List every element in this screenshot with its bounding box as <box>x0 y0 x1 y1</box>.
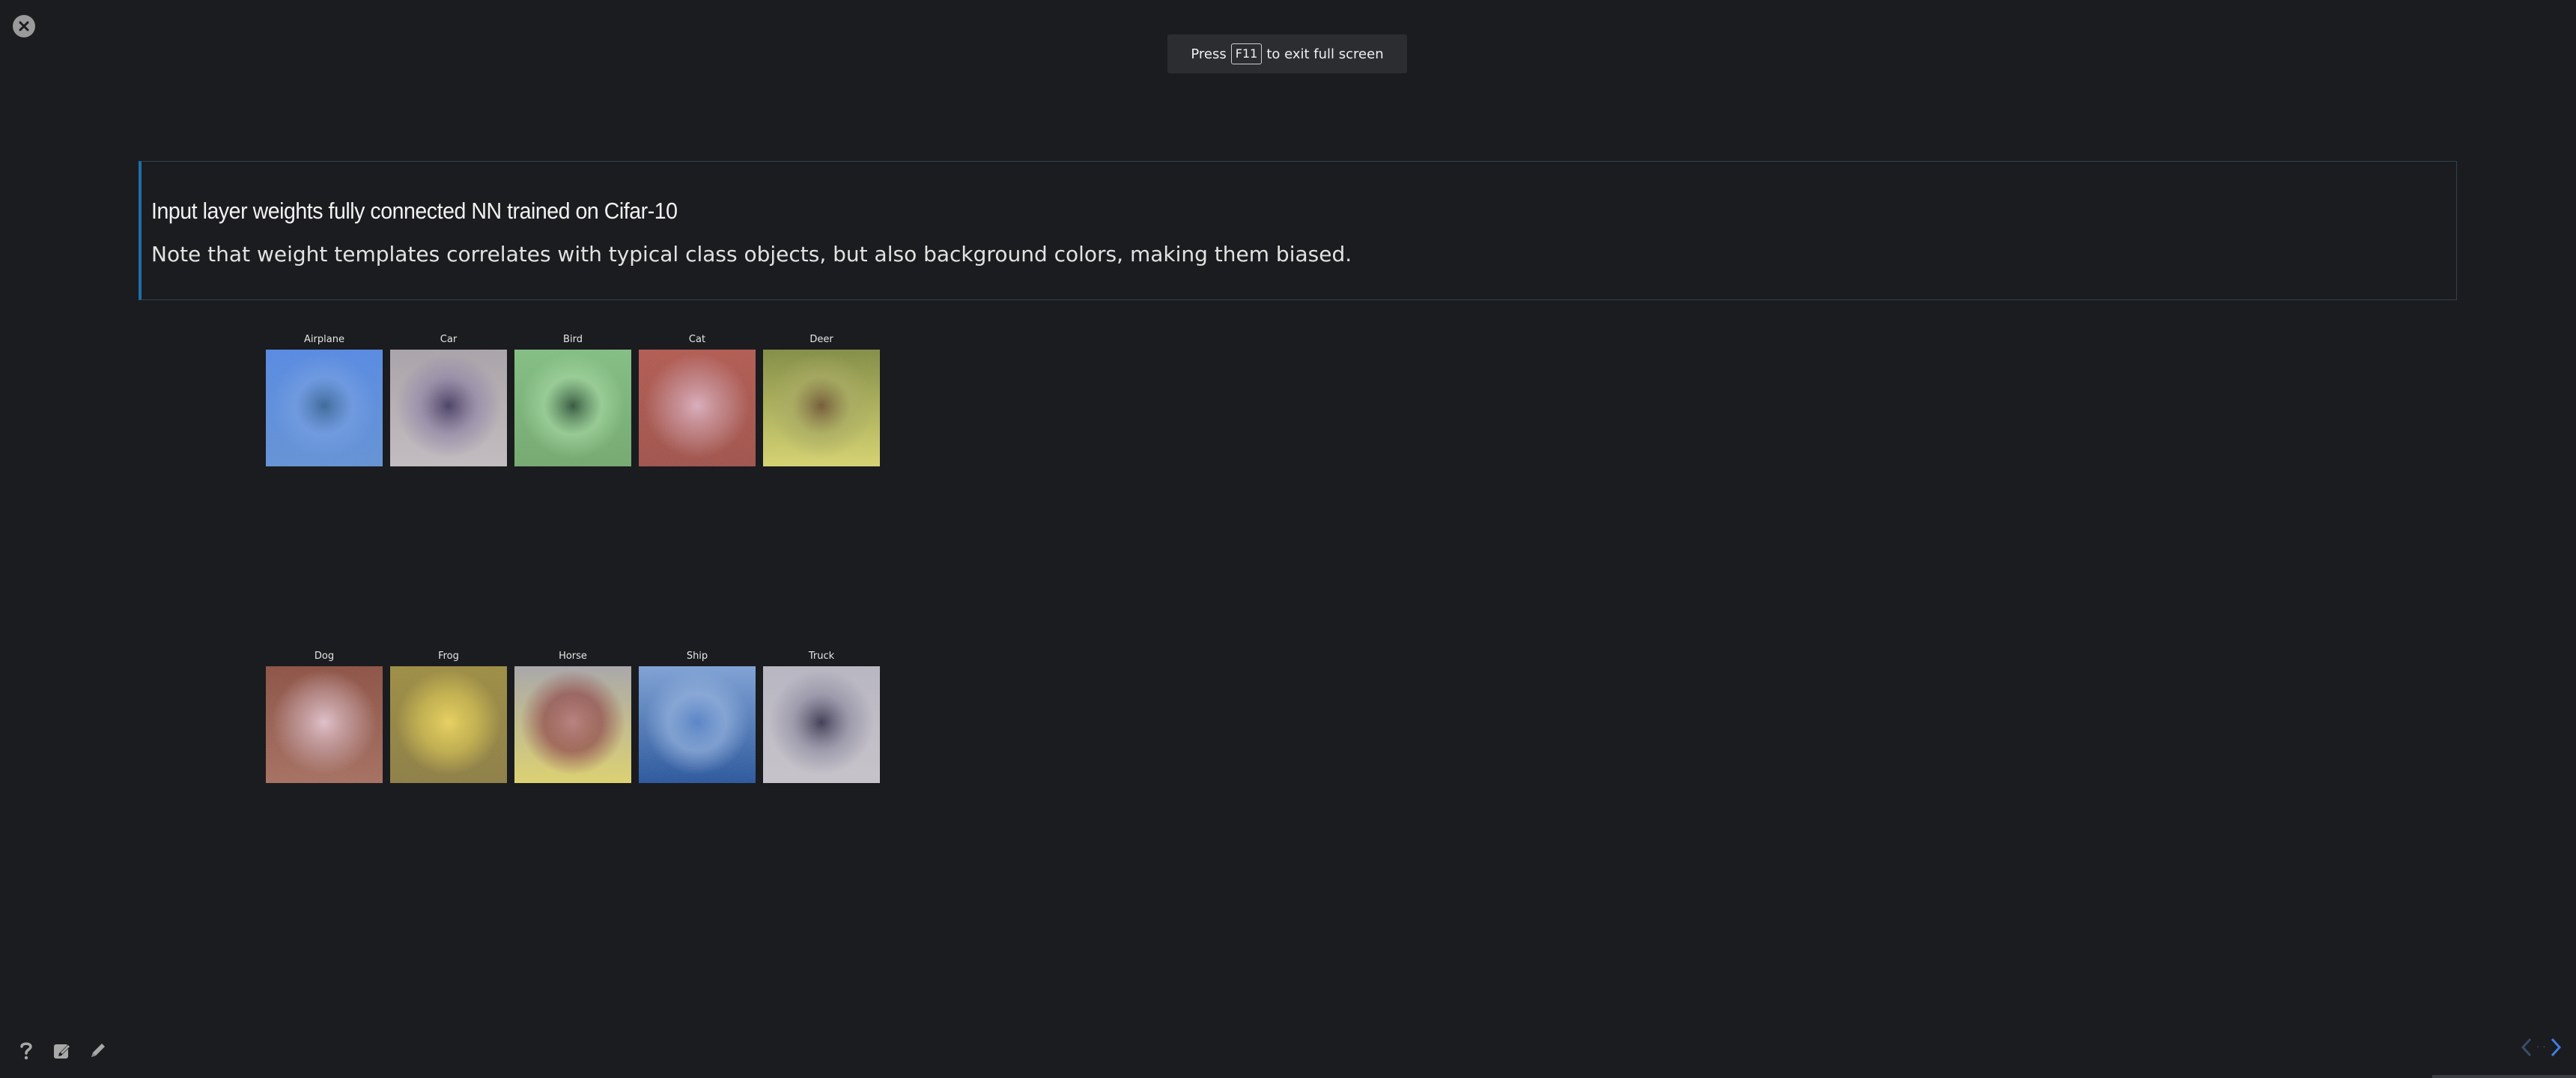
weight-template-dog: Dog <box>266 651 383 783</box>
weight-template-bird: Bird <box>514 334 631 466</box>
weight-template-label: Bird <box>563 334 583 345</box>
weight-template-car: Car <box>390 334 507 466</box>
slide-note: Note that weight templates correlates wi… <box>151 242 1352 267</box>
weight-template-image <box>390 666 507 783</box>
weight-template-truck: Truck <box>763 651 880 783</box>
weight-template-label: Airplane <box>304 334 344 345</box>
weights-row: Airplane Car Bird Cat Deer <box>266 334 880 466</box>
nav-dots: · · <box>2536 1043 2546 1052</box>
weight-template-image <box>514 666 631 783</box>
weight-template-image <box>763 350 880 466</box>
weight-template-image <box>266 666 383 783</box>
weight-template-frog: Frog <box>390 651 507 783</box>
weight-template-horse: Horse <box>514 651 631 783</box>
weight-template-label: Cat <box>688 334 706 345</box>
chevron-left-icon[interactable] <box>2520 1036 2533 1059</box>
pen-icon[interactable] <box>88 1041 108 1060</box>
edit-icon[interactable] <box>52 1041 72 1060</box>
slide-navigation: · · <box>2520 1036 2563 1059</box>
weights-row: Dog Frog Horse Ship Truck <box>266 651 880 783</box>
slide-title: Input layer weights fully connected NN t… <box>151 198 678 224</box>
weight-template-label: Truck <box>808 651 835 662</box>
weight-template-image <box>266 350 383 466</box>
slide-tools <box>16 1041 108 1060</box>
weight-template-label: Frog <box>438 651 459 662</box>
weight-template-deer: Deer <box>763 334 880 466</box>
weight-template-image <box>639 350 756 466</box>
weight-template-label: Car <box>440 334 458 345</box>
weight-template-image <box>514 350 631 466</box>
weight-template-label: Ship <box>686 651 708 662</box>
weight-template-image <box>390 350 507 466</box>
weight-template-label: Dog <box>314 651 335 662</box>
toast-key: F11 <box>1230 43 1263 64</box>
help-icon[interactable] <box>16 1041 36 1060</box>
weight-templates-grid: Airplane Car Bird Cat Deer Dog Frog Horse Ship T… <box>266 334 880 783</box>
weight-template-airplane: Airplane <box>266 334 383 466</box>
weight-template-image <box>763 666 880 783</box>
weight-template-image <box>639 666 756 783</box>
toast-prefix: Press <box>1191 46 1227 62</box>
weight-template-ship: Ship <box>639 651 756 783</box>
progress-track <box>2432 1075 2576 1078</box>
weight-template-cat: Cat <box>639 334 756 466</box>
slide-quote-box: Input layer weights fully connected NN t… <box>139 161 2457 300</box>
chevron-right-icon[interactable] <box>2549 1036 2563 1059</box>
close-icon[interactable] <box>13 15 35 37</box>
toast-suffix: to exit full screen <box>1266 46 1384 62</box>
weight-template-label: Horse <box>559 651 587 662</box>
fullscreen-toast: Press F11 to exit full screen <box>1167 34 1407 73</box>
weight-template-label: Deer <box>809 334 833 345</box>
